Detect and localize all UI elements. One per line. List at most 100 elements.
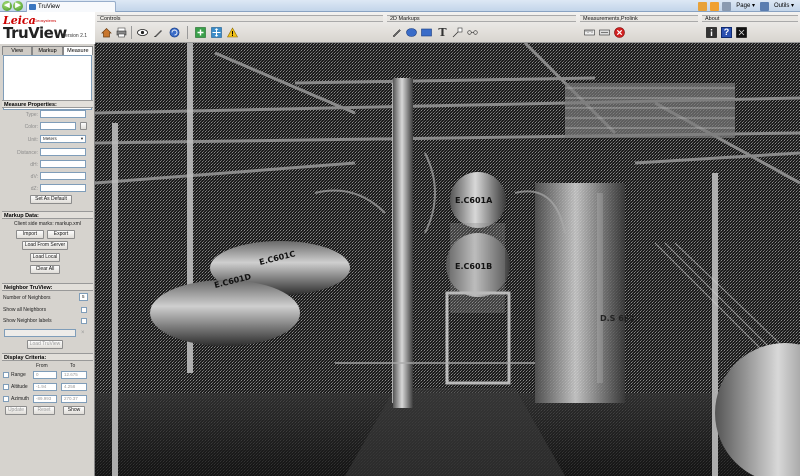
show-all-neighbors-label: Show all Neighbors — [3, 307, 47, 313]
number-of-neighbors-label: Number of Neighbors — [3, 295, 51, 301]
import-button[interactable]: Import — [16, 230, 44, 239]
color-field[interactable] — [40, 122, 76, 130]
main-toolbar: Controls 2D Markups T Measurements,Proli… — [95, 12, 800, 43]
delete-measure-icon[interactable] — [614, 27, 625, 38]
measure-distance-icon[interactable] — [584, 27, 595, 38]
info-icon[interactable] — [706, 27, 717, 38]
browser-tab[interactable]: TruView — [26, 1, 116, 12]
browser-command-bar: Page ▾ Outils ▾ — [698, 1, 796, 11]
clear-all-button[interactable]: Clear All — [30, 265, 60, 274]
leader-line-icon[interactable] — [452, 27, 463, 38]
display-criteria-title: Display Criteria: — [2, 353, 93, 361]
export-button[interactable]: Export — [47, 230, 75, 239]
tools-icon — [759, 2, 769, 11]
show-neighbor-labels-checkbox[interactable] — [81, 318, 87, 324]
azimuth-to-field[interactable]: 270.37 — [61, 395, 87, 403]
print-icon[interactable] — [722, 2, 732, 11]
about-group: About ? — [700, 12, 800, 43]
from-header: From — [36, 363, 48, 369]
eye-icon[interactable] — [137, 27, 148, 38]
range-from-field[interactable]: 0 — [33, 371, 57, 379]
feeds-icon[interactable] — [710, 2, 720, 11]
version-label: Version 2.1 — [62, 33, 88, 39]
reset-button[interactable]: Reset — [33, 406, 55, 415]
neighbor-title: Neighbor TruView: — [2, 283, 93, 291]
print-view-icon[interactable] — [116, 27, 127, 38]
altitude-from-field[interactable]: -1.94 — [33, 383, 57, 391]
azimuth-label: Azimuth — [11, 396, 30, 402]
forward-arrow-icon: ▶ — [15, 2, 21, 9]
load-local-button[interactable]: Load Local — [30, 253, 60, 262]
neighbor-select[interactable] — [4, 329, 76, 337]
number-of-neighbors-field[interactable]: 5 — [79, 293, 88, 301]
range-checkbox[interactable] — [3, 372, 9, 378]
show-all-neighbors-checkbox[interactable] — [81, 307, 87, 313]
altitude-to-field[interactable]: 4.258 — [61, 383, 87, 391]
product-name: TruView — [3, 24, 67, 42]
show-neighbor-labels-label: Show Neighbor labels — [3, 318, 52, 324]
measurements-title: Measurements,Prolink — [580, 15, 698, 22]
text-tool-icon[interactable]: T — [437, 27, 448, 38]
dz-field[interactable] — [40, 184, 86, 192]
home-icon[interactable] — [698, 2, 708, 11]
dz-label: dZ: — [30, 186, 38, 192]
dv-label: dV: — [30, 174, 38, 180]
show-button[interactable]: Show — [63, 406, 85, 415]
tab-favicon-icon — [29, 4, 36, 10]
markups-title: 2D Markups — [387, 15, 576, 22]
tab-view[interactable]: View — [2, 46, 33, 55]
dv-field[interactable] — [40, 172, 86, 180]
client-markup-file: Client side marks: markup.xml — [14, 221, 81, 227]
load-from-server-button[interactable]: Load From Server — [22, 241, 68, 250]
distance-label: Distance: — [17, 150, 38, 156]
toolbar-divider — [187, 26, 188, 39]
rotate-icon[interactable] — [169, 27, 180, 38]
close-icon[interactable]: × — [81, 330, 87, 336]
update-button[interactable]: Update — [5, 406, 27, 415]
type-field[interactable] — [40, 110, 86, 118]
tools-menu[interactable]: Outils ▾ — [772, 1, 796, 11]
altitude-label: Altitude — [11, 384, 28, 390]
home-view-icon[interactable] — [101, 27, 112, 38]
dh-field[interactable] — [40, 160, 86, 168]
panorama-viewer[interactable]: E.C601A E.C601B E.C601C E.C601D D.S 651 — [95, 43, 800, 476]
tab-markup[interactable]: Markup — [32, 46, 63, 55]
forward-button[interactable]: ▶ — [13, 1, 23, 11]
pan-icon[interactable] — [211, 27, 222, 38]
leica-about-icon[interactable] — [736, 27, 747, 38]
set-as-default-button[interactable]: Set As Default — [30, 195, 72, 204]
leica-sub: Geosystems — [34, 18, 57, 23]
tab-measure[interactable]: Measure — [62, 46, 93, 55]
measure-properties-title: Measure Properties: — [2, 100, 93, 108]
back-button[interactable]: ◀ — [2, 1, 12, 11]
measure-height-icon[interactable] — [599, 27, 610, 38]
zoom-in-icon[interactable] — [195, 27, 206, 38]
help-icon[interactable]: ? — [721, 27, 732, 38]
about-title: About — [702, 15, 798, 22]
brush-icon[interactable] — [391, 27, 402, 38]
azimuth-from-field[interactable]: -89.993 — [33, 395, 57, 403]
load-truview-button[interactable]: Load TruView — [27, 340, 63, 349]
chevron-down-icon: ▼ — [80, 136, 84, 141]
back-arrow-icon: ◀ — [4, 2, 10, 9]
color-picker-button[interactable] — [80, 122, 87, 130]
pen-tool-icon[interactable] — [153, 27, 164, 38]
warning-icon[interactable] — [227, 27, 238, 38]
type-label: Type: — [25, 112, 38, 118]
altitude-checkbox[interactable] — [3, 384, 9, 390]
dimension-tool-icon[interactable] — [467, 27, 478, 38]
left-panel: Leica Geosystems TruView Version 2.1 Vie… — [0, 12, 95, 476]
rectangle-tool-icon[interactable] — [421, 27, 432, 38]
range-to-field[interactable]: 12.675 — [61, 371, 87, 379]
measurements-group: Measurements,Prolink — [578, 12, 700, 43]
distance-field[interactable] — [40, 148, 86, 156]
controls-title: Controls — [97, 15, 383, 22]
azimuth-checkbox[interactable] — [3, 396, 9, 402]
unit-label: Unit: — [27, 137, 38, 143]
range-label: Range — [11, 372, 26, 378]
page-menu[interactable]: Page ▾ — [734, 1, 757, 11]
tank-label-c601b: E.C601B — [455, 262, 492, 271]
unit-select[interactable]: Meters ▼ — [40, 135, 86, 143]
ellipse-tool-icon[interactable] — [406, 27, 417, 38]
dh-label: dH: — [30, 162, 38, 168]
